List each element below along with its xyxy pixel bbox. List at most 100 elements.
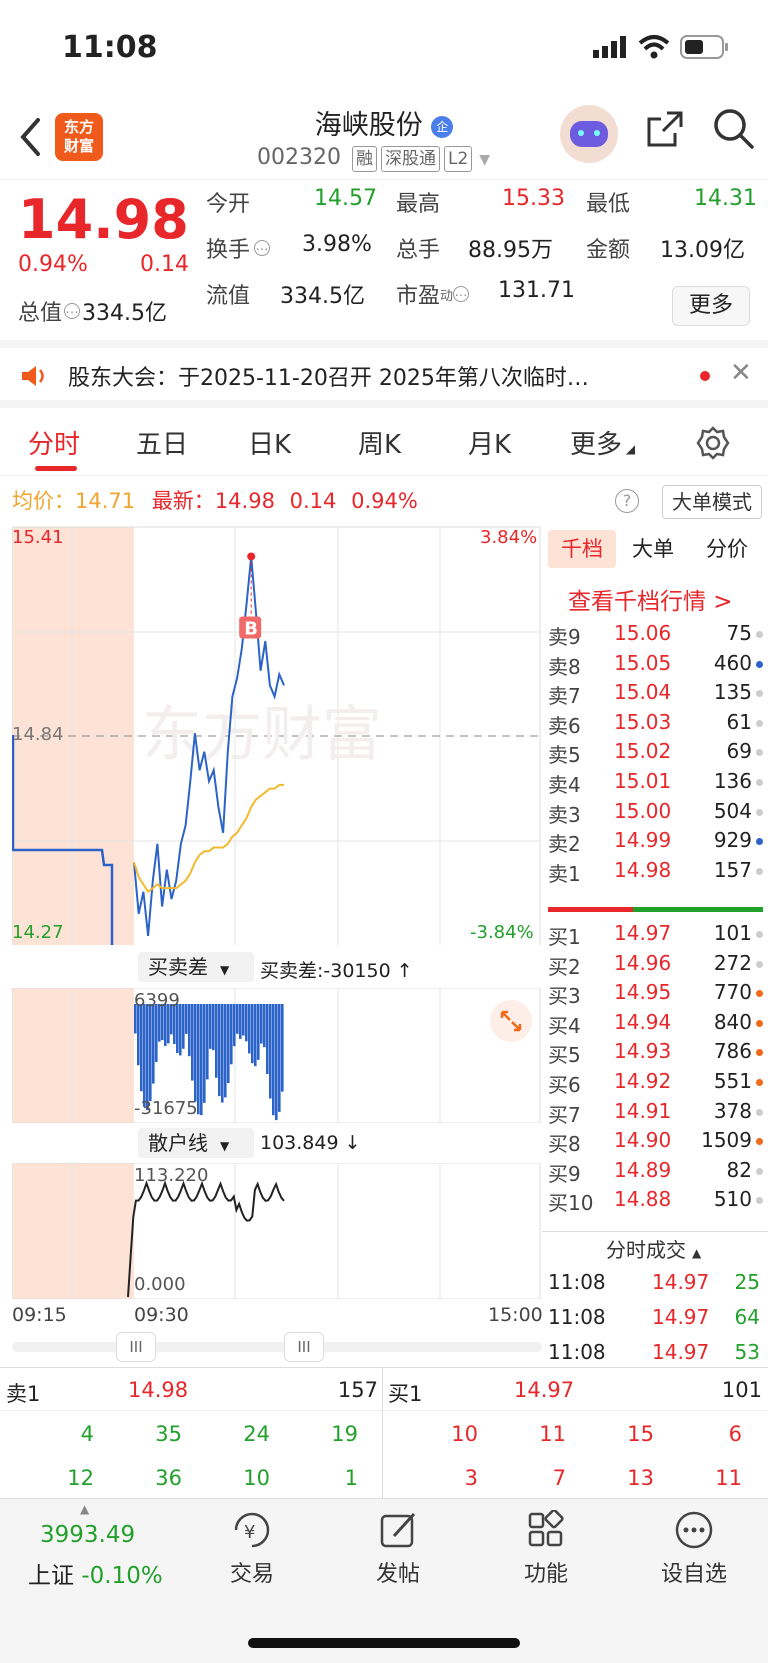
order-book-row[interactable]: 卖2 14.99 929 (548, 826, 766, 857)
tab-daily-k[interactable]: 日K (248, 424, 291, 461)
diff-bar (260, 1004, 263, 1044)
amount-label: 金额 (586, 238, 631, 263)
order-book-row[interactable]: 卖9 15.06 75 (548, 619, 766, 650)
indicator-selector-2[interactable]: 散户线 ▼ (138, 1128, 254, 1158)
tab-qian-dang[interactable]: 千档 (548, 530, 616, 568)
order-book-row[interactable]: 卖6 15.03 61 (548, 708, 766, 739)
range-slider-track[interactable]: III III (12, 1332, 542, 1362)
edit-post-icon[interactable] (378, 1510, 422, 1550)
order-book-row[interactable]: 买2 14.96 272 (548, 949, 766, 980)
order-volume: 770 (713, 980, 752, 1005)
tab-big-order[interactable]: 大单 (632, 530, 674, 568)
order-book-row[interactable]: 卖1 14.98 157 (548, 856, 766, 887)
retail-line-chart[interactable] (12, 1163, 542, 1299)
trade-volume: 25 (734, 1270, 760, 1294)
more-dots-icon[interactable] (674, 1510, 718, 1550)
order-price: 14.99 (614, 828, 672, 853)
notice-bar[interactable]: 股东大会：于2025-11-20召开 2025年第八次临时… ✕ (0, 340, 768, 408)
order-volume: 378 (713, 1098, 752, 1123)
order-price: 14.91 (614, 1098, 672, 1123)
order-price: 15.02 (614, 739, 672, 764)
diff-bar (176, 1004, 179, 1053)
pe-label: 市盈 动 … (396, 284, 470, 309)
queue-order-volume: 10 (243, 1466, 270, 1490)
tab-intraday[interactable]: 分时 (28, 424, 80, 461)
order-book-row[interactable]: 买5 14.93 786 (548, 1037, 766, 1068)
robot-assistant-icon[interactable] (560, 105, 618, 163)
index-summary[interactable]: 上证 -0.10% (28, 1556, 163, 1590)
order-book-row[interactable]: 卖8 15.05 460 (548, 649, 766, 680)
close-icon[interactable]: ✕ (730, 358, 752, 388)
diff-bar (269, 1004, 272, 1099)
more-button[interactable]: 更多 (672, 286, 750, 326)
volume-label: 总手 (396, 238, 441, 263)
order-activity-dot (756, 867, 763, 875)
tab-more[interactable]: 更多 ◢ (570, 424, 635, 461)
order-book-row[interactable]: 买10 14.88 510 (548, 1185, 766, 1216)
diff-bar (146, 1004, 149, 1110)
order-book-row[interactable]: 卖3 15.00 504 (548, 797, 766, 828)
buy-sell-diff-chart[interactable] (12, 988, 542, 1123)
help-icon[interactable]: ? (615, 489, 639, 513)
order-price: 15.06 (614, 621, 672, 645)
tab-monthly-k[interactable]: 月K (468, 424, 511, 461)
order-volume: 61 (726, 709, 752, 734)
summary-buy-vol: 101 (721, 1378, 762, 1402)
volume-value: 88.95万 (468, 238, 553, 263)
trade-icon[interactable]: ¥ (230, 1510, 274, 1550)
order-book-row[interactable]: 买3 14.95 770 (548, 978, 766, 1009)
bottom-tab-trade[interactable]: 交易 (192, 1556, 312, 1588)
order-book-row[interactable]: 卖4 15.01 136 (548, 767, 766, 798)
diff-bar (215, 1004, 218, 1078)
order-book-row[interactable]: 买6 14.92 551 (548, 1067, 766, 1098)
intraday-price-chart[interactable]: 东方财富 B (12, 525, 542, 945)
order-volume: 82 (726, 1157, 752, 1182)
expand-up-icon[interactable]: ▲ (80, 1502, 89, 1516)
expand-icon[interactable] (490, 1000, 532, 1042)
order-volume: 136 (713, 769, 752, 793)
qian-dang-link[interactable]: 查看千档行情 > (568, 582, 733, 616)
diff-bar (230, 1004, 233, 1065)
order-volume: 786 (713, 1039, 752, 1064)
order-book-row[interactable]: 卖5 15.02 69 (548, 737, 766, 768)
big-order-mode-button[interactable]: 大单模式 (662, 485, 762, 519)
index-value[interactable]: 3993.49 (40, 1522, 135, 1548)
tab-five-day[interactable]: 五日 (136, 424, 188, 461)
order-book-row[interactable]: 买8 14.90 1509 (548, 1126, 766, 1157)
order-level-label: 卖9 (548, 625, 581, 649)
queue-order-volume: 36 (155, 1466, 182, 1490)
order-book-row[interactable]: 卖7 15.04 135 (548, 678, 766, 709)
trade-row: 11:08 14.97 25 (548, 1268, 766, 1299)
order-level-label: 买9 (548, 1161, 581, 1186)
share-icon[interactable] (645, 109, 685, 149)
bottom-tab-watchlist[interactable]: 设自选 (634, 1556, 754, 1588)
indicator-selector-1[interactable]: 买卖差 ▼ (138, 952, 254, 982)
slider-handle-left[interactable]: III (116, 1332, 156, 1362)
diff-bar (251, 1004, 254, 1064)
settings-gear-icon[interactable] (696, 426, 730, 460)
bottom-tab-function[interactable]: 功能 (486, 1556, 606, 1588)
queue-order-volume: 1 (344, 1466, 358, 1490)
buy-signal-label: B (244, 618, 258, 639)
time-open: 09:30 (134, 1304, 189, 1326)
diff-bar (206, 1004, 209, 1080)
tab-price-dist[interactable]: 分价 (706, 530, 748, 568)
order-volume: 504 (713, 798, 752, 823)
order-book-row[interactable]: 买7 14.91 378 (548, 1097, 766, 1128)
function-grid-icon[interactable] (526, 1510, 570, 1550)
tag-l2: L2 (443, 146, 473, 172)
tab-weekly-k[interactable]: 周K (358, 424, 401, 461)
bottom-tab-post[interactable]: 发帖 (338, 1556, 458, 1588)
trades-header[interactable]: 分时成交 ▲ (606, 1234, 701, 1263)
order-volume: 551 (713, 1069, 752, 1093)
trade-volume: 64 (734, 1305, 760, 1329)
slider-handle-right[interactable]: III (284, 1332, 324, 1362)
order-book-row[interactable]: 买4 14.94 840 (548, 1008, 766, 1039)
search-icon[interactable] (712, 107, 756, 151)
queue-order-volume: 24 (243, 1422, 270, 1446)
order-book-row[interactable]: 买9 14.89 82 (548, 1156, 766, 1187)
open-label: 今开 (206, 192, 251, 217)
order-volume: 135 (713, 680, 752, 705)
y-axis-top: 15.41 (12, 527, 64, 548)
order-book-row[interactable]: 买1 14.97 101 (548, 919, 766, 950)
